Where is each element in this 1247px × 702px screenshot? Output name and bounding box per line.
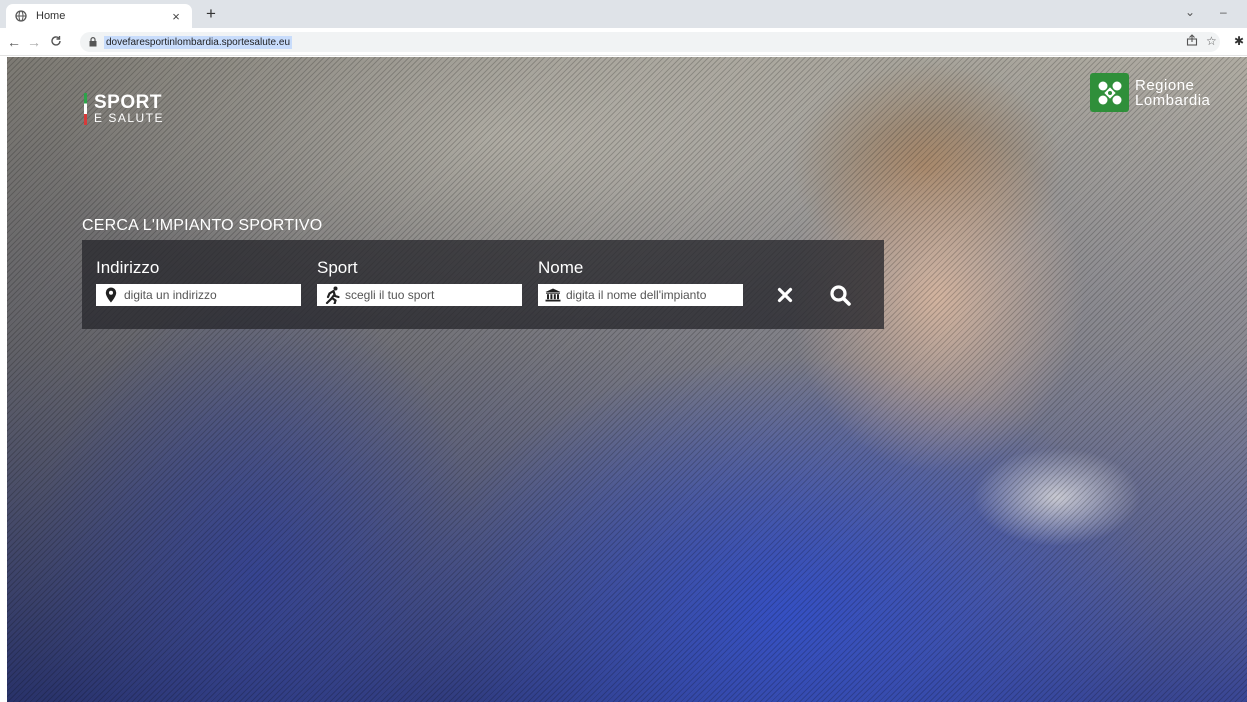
forward-arrow-icon[interactable]: →: [24, 32, 44, 52]
browser-tabstrip: Home × + ⌄ –: [0, 0, 1247, 28]
back-arrow-icon[interactable]: ←: [4, 32, 24, 52]
map-marker-icon: [102, 286, 120, 304]
logo-salute-text: E SALUTE: [94, 111, 165, 125]
region-name-line2: Lombardia: [1135, 91, 1211, 109]
tab-search-icon[interactable]: ⌄: [1185, 5, 1195, 19]
sport-label: Sport: [317, 258, 358, 277]
name-input-wrapper[interactable]: [538, 284, 743, 306]
lombardy-rose-icon: [1090, 73, 1129, 112]
name-label: Nome: [538, 258, 584, 277]
region-name-line1: Regione: [1135, 76, 1195, 94]
clear-button[interactable]: [774, 284, 796, 306]
extensions-puzzle-icon[interactable]: ✱: [1234, 34, 1244, 48]
address-input[interactable]: [124, 288, 294, 302]
minimize-button[interactable]: –: [1220, 5, 1227, 19]
runner-icon: [323, 286, 341, 304]
close-icon: [777, 287, 793, 303]
lock-icon: [88, 36, 98, 48]
search-icon: [830, 285, 851, 306]
sport-input-wrapper[interactable]: [317, 284, 522, 306]
regione-lombardia-logo[interactable]: Regione Lombardia: [1090, 73, 1210, 112]
globe-icon: [14, 9, 28, 23]
address-label: Indirizzo: [96, 258, 160, 277]
bookmark-star-icon[interactable]: ☆: [1206, 34, 1217, 48]
logo-tricolor-bar: [84, 93, 87, 125]
hero-background: [7, 57, 1247, 702]
logo-sport-text: SPORT: [94, 92, 162, 113]
sport-field-group: Sport: [317, 258, 522, 306]
new-tab-button[interactable]: +: [200, 4, 222, 24]
address-input-wrapper[interactable]: [96, 284, 301, 306]
search-panel: Indirizzo Sport Nome: [82, 240, 884, 329]
share-icon[interactable]: [1186, 34, 1198, 49]
address-bar[interactable]: dovefaresportinlombardia.sportesalute.eu: [80, 32, 1220, 52]
tab-close-icon[interactable]: ×: [168, 9, 184, 24]
browser-tab[interactable]: Home ×: [6, 4, 192, 28]
address-field-group: Indirizzo: [96, 258, 301, 306]
browser-toolbar: ← → dovefaresportinlombardia.sportesalut…: [0, 28, 1247, 56]
search-title: CERCA L'IMPIANTO SPORTIVO: [82, 217, 323, 234]
search-button[interactable]: [827, 282, 853, 308]
name-input[interactable]: [566, 288, 736, 302]
name-field-group: Nome: [538, 258, 743, 306]
tab-title: Home: [36, 10, 66, 22]
url-text[interactable]: dovefaresportinlombardia.sportesalute.eu: [104, 35, 292, 49]
sport-input[interactable]: [345, 288, 515, 302]
page-viewport: SPORT E SALUTE Regione Lombardia CERCA L…: [7, 57, 1247, 702]
sport-e-salute-logo[interactable]: SPORT E SALUTE: [84, 93, 164, 125]
building-icon: [544, 286, 562, 304]
reload-icon[interactable]: [46, 32, 66, 52]
